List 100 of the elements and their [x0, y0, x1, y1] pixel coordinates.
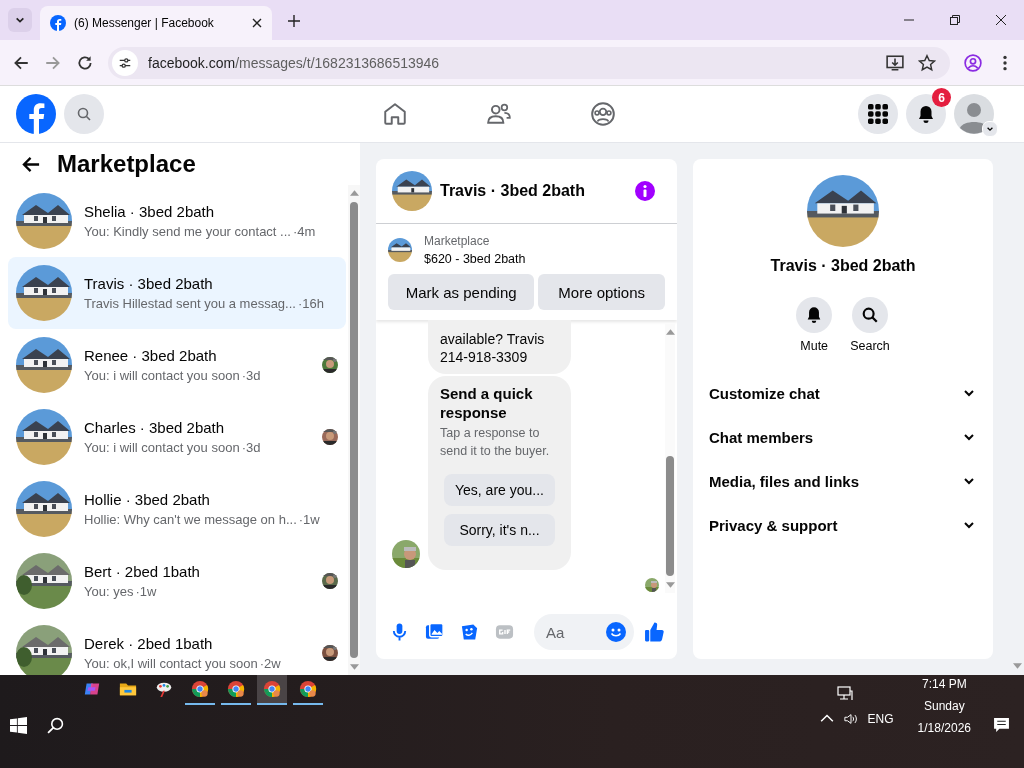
notifications-button[interactable]	[906, 94, 946, 134]
quick-response-hint: Tap a response to send it to the buyer.	[440, 425, 551, 460]
back-arrow-icon[interactable]	[22, 154, 41, 174]
chevron-icon[interactable]	[963, 519, 975, 531]
section-title: Media, files and links	[709, 472, 860, 490]
message-preview: You: Kindly send me your contact ...	[84, 224, 291, 239]
listing-title: $620 - 3bed 2bath	[424, 252, 526, 266]
quick-reply-button[interactable]: Yes, are you...	[444, 474, 555, 506]
grid-icon	[868, 104, 888, 124]
bell-icon	[916, 104, 936, 124]
chevron-icon[interactable]	[963, 475, 975, 487]
message-time: ·16h	[297, 296, 324, 311]
panel-title: Marketplace	[57, 150, 196, 178]
scroll-down-icon[interactable]	[349, 664, 359, 670]
thumbs-up-icon[interactable]	[644, 621, 665, 643]
message-time: ·3d	[241, 368, 261, 383]
chevron-icon[interactable]	[963, 431, 975, 443]
conversation-item[interactable]: Hollie · 3bed 2bath Hollie: Why can't we message on h...·1w	[8, 473, 346, 545]
windows-start-icon[interactable]	[10, 717, 27, 734]
info-icon[interactable]	[635, 181, 655, 201]
conversation-name: Derek · 2bed 1bath	[84, 635, 214, 652]
new-tab-icon[interactable]	[288, 15, 300, 27]
close-icon[interactable]	[996, 15, 1006, 25]
chevron-icon[interactable]	[963, 387, 975, 399]
search-icon[interactable]	[47, 717, 64, 734]
conversation-name: Charles · 3bed 2bath	[84, 419, 226, 436]
restore-icon[interactable]	[950, 15, 960, 25]
listing-label: Marketplace	[424, 234, 491, 248]
browser-tab[interactable]: (6) Messenger | Facebook	[40, 6, 272, 40]
scroll-up-icon[interactable]	[349, 190, 359, 196]
groups-icon[interactable]	[590, 101, 616, 127]
message-preview: You: ok,I will contact you soon	[84, 656, 258, 671]
mute-button[interactable]	[796, 297, 833, 333]
tab-search-button[interactable]	[8, 8, 32, 32]
microphone-icon[interactable]	[390, 622, 409, 642]
speaker-icon[interactable]	[843, 711, 858, 726]
scrollbar[interactable]	[348, 185, 360, 675]
address-bar[interactable]: facebook.com/messages/t/1682313686513946	[108, 46, 950, 79]
profile-icon[interactable]	[964, 53, 982, 72]
home-icon[interactable]	[382, 101, 408, 127]
conversation-item[interactable]: Charles · 3bed 2bath You: i will contact you soon·3d	[8, 401, 346, 473]
section-header[interactable]: Privacy & support	[709, 503, 977, 547]
reload-icon[interactable]	[76, 53, 94, 72]
message-preview: You: yes	[84, 584, 134, 599]
close-icon[interactable]	[252, 18, 262, 28]
conversation-item[interactable]: Bert · 2bed 1bath You: yes·1w	[8, 545, 346, 617]
conversation-name: Renee · 3bed 2bath	[84, 347, 218, 364]
quick-reply-button[interactable]: Sorry, it's n...	[444, 514, 555, 546]
conversation-name: Hollie · 3bed 2bath	[84, 491, 211, 508]
chat-title: Travis · 3bed 2bath	[440, 182, 585, 200]
scroll-up-icon[interactable]	[665, 329, 675, 335]
sticker-icon[interactable]	[460, 622, 480, 642]
action-button[interactable]: More options	[538, 274, 665, 310]
conversation-item[interactable]: Renee · 3bed 2bath You: i will contact you soon·3d	[8, 329, 346, 401]
message-text: available? Travis	[440, 330, 546, 348]
emoji-icon[interactable]	[606, 622, 627, 642]
message-time: ·2w	[259, 656, 281, 671]
site-settings-icon[interactable]	[118, 55, 132, 70]
action-label: Mute	[800, 339, 829, 353]
network-icon[interactable]	[836, 685, 853, 702]
message-time: ·3d	[241, 440, 261, 455]
notification-center-icon[interactable]	[993, 717, 1010, 734]
chrome-icon	[299, 680, 317, 698]
caret-down-icon	[15, 15, 25, 25]
section-title: Customize chat	[709, 384, 820, 402]
search-button[interactable]	[852, 297, 888, 333]
facebook-logo-icon[interactable]	[16, 94, 56, 134]
scroll-down-icon[interactable]	[1012, 663, 1022, 669]
image-icon[interactable]	[425, 622, 445, 642]
message-time: ·1w	[298, 512, 320, 527]
action-button[interactable]: Mark as pending	[388, 274, 535, 310]
message-preview: Hollie: Why can't we message on h...	[84, 512, 297, 527]
conversation-name: Bert · 2bed 1bath	[84, 563, 201, 580]
message-input[interactable]: Aa	[534, 614, 635, 650]
message-time: ·1w	[135, 584, 157, 599]
url-path: /messages/t/1682313686513946	[235, 54, 440, 71]
menu-button[interactable]	[858, 94, 898, 134]
section-header[interactable]: Chat members	[709, 415, 977, 459]
section-header[interactable]: Customize chat	[709, 371, 977, 415]
palette-icon	[155, 680, 173, 698]
message-preview: Travis Hillestad sent you a messag...	[84, 296, 296, 311]
clock-date: 1/18/2026	[917, 720, 971, 735]
language-indicator[interactable]: ENG	[867, 711, 894, 726]
contact-name: Travis · 3bed 2bath	[770, 257, 916, 275]
star-icon[interactable]	[918, 53, 936, 72]
scrollbar[interactable]	[665, 324, 675, 593]
section-header[interactable]: Media, files and links	[709, 459, 977, 503]
clock[interactable]: 7:14 PM Sunday 1/18/2026	[917, 676, 971, 735]
chrome-icon	[263, 680, 281, 698]
scroll-down-icon[interactable]	[665, 582, 675, 588]
conversation-item[interactable]: Shelia · 3bed 2bath You: Kindly send me your contact ...·4m	[8, 185, 346, 257]
friends-icon[interactable]	[486, 101, 512, 127]
install-app-icon[interactable]	[886, 53, 904, 72]
conversation-name: Shelia · 3bed 2bath	[84, 203, 216, 220]
tab-title: (6) Messenger | Facebook	[74, 16, 215, 30]
section-title: Privacy & support	[709, 516, 838, 534]
quick-response-title: Send a quick response	[440, 384, 534, 422]
message-preview: You: i will contact you soon	[84, 368, 240, 383]
search-icon	[76, 106, 92, 122]
conversation-item[interactable]: Travis · 3bed 2bath Travis Hillestad sent you a messag...·16h	[8, 257, 346, 329]
